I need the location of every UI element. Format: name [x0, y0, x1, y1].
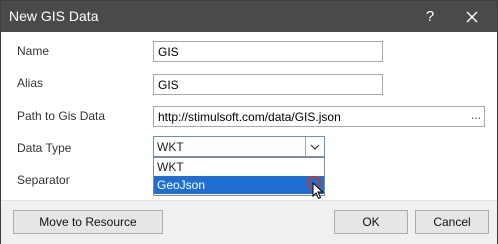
help-button[interactable]: ? [409, 1, 451, 32]
dialog-title: New GIS Data [9, 8, 99, 24]
close-icon [466, 11, 478, 22]
data-type-select[interactable]: WKT [153, 136, 325, 157]
data-type-dropdown-list: WKT GeoJson [153, 157, 325, 196]
path-label: Path to Gis Data [17, 109, 106, 123]
ok-button[interactable]: OK [334, 210, 408, 234]
data-type-selected-value: WKT [157, 140, 184, 154]
path-value: http://stimulsoft.com/data/GIS.json [158, 110, 341, 124]
title-bar[interactable]: New GIS Data ? [1, 1, 497, 32]
dropdown-option-geojson[interactable]: GeoJson [154, 176, 324, 194]
close-button[interactable] [451, 1, 493, 32]
path-field[interactable]: http://stimulsoft.com/data/GIS.json ... [153, 106, 485, 127]
data-type-label: Data Type [17, 141, 72, 155]
alias-field[interactable]: GIS [153, 74, 383, 95]
move-to-resource-button[interactable]: Move to Resource [13, 210, 163, 234]
chevron-down-icon [310, 144, 320, 150]
cancel-button[interactable]: Cancel [415, 210, 489, 234]
dialog-footer: Move to Resource OK Cancel [1, 200, 497, 244]
separator-label: Separator [17, 173, 70, 187]
new-gis-data-dialog: New GIS Data ? Name GIS Alias GIS Path t… [0, 0, 498, 244]
alias-label: Alias [17, 76, 44, 90]
dropdown-toggle[interactable] [305, 137, 324, 156]
browse-button[interactable]: ... [471, 108, 481, 122]
mouse-pointer-icon [312, 182, 324, 200]
help-icon: ? [425, 8, 435, 25]
dropdown-option-wkt[interactable]: WKT [154, 158, 324, 176]
name-field[interactable]: GIS [153, 41, 383, 62]
name-label: Name [17, 44, 50, 58]
